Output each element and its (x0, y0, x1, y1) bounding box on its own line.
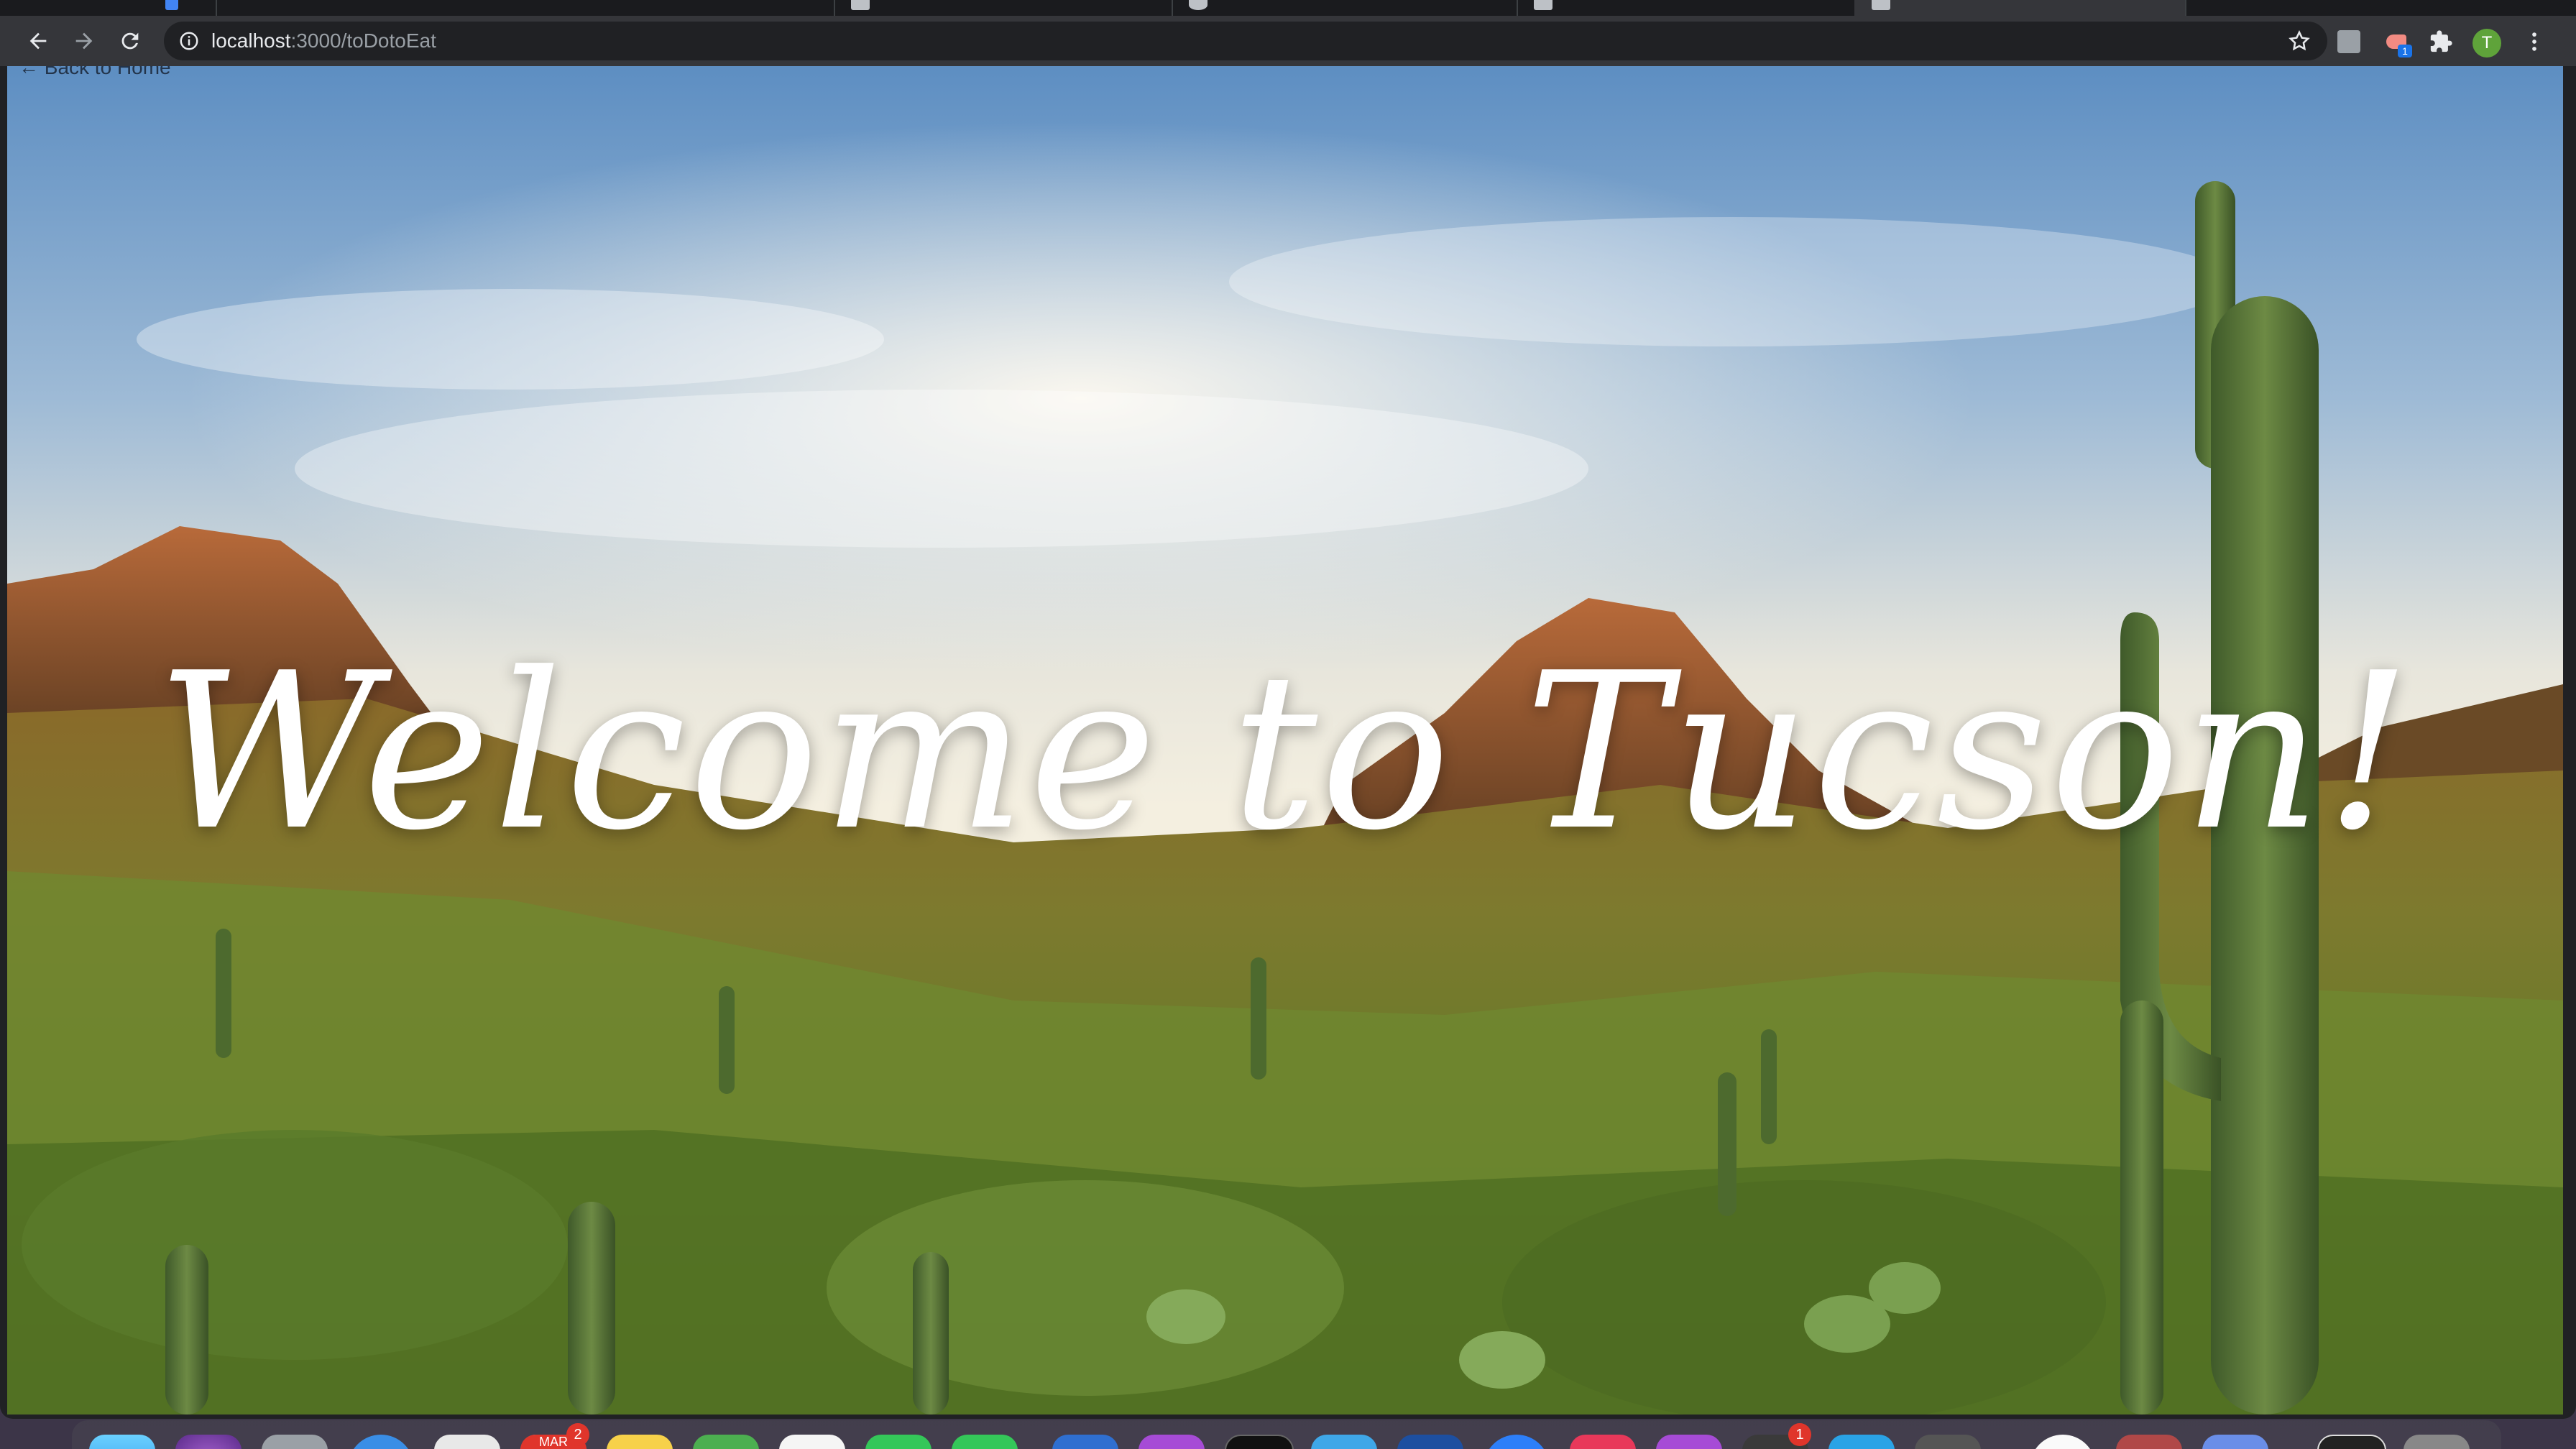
arrow-left-icon (29, 32, 47, 50)
finder-icon[interactable] (89, 1435, 155, 1449)
safari-icon[interactable] (348, 1435, 414, 1449)
screenshot-thumbnail-icon[interactable] (2317, 1435, 2386, 1449)
trash-icon[interactable] (2404, 1435, 2470, 1449)
chrome-app-icon[interactable] (434, 1435, 500, 1449)
favicon-icon (165, 0, 178, 10)
facetime-app-icon[interactable] (865, 1435, 932, 1449)
vscode-app-icon[interactable] (1311, 1435, 1377, 1449)
podcasts-alt-icon[interactable] (1656, 1435, 1722, 1449)
browser-tab[interactable] (0, 0, 217, 16)
browser-tab-active[interactable] (1854, 0, 2186, 16)
mail-app-icon[interactable] (1052, 1435, 1118, 1449)
photos-app-icon[interactable] (779, 1435, 845, 1449)
github-app-icon[interactable] (2030, 1435, 2096, 1449)
messages-badge: 1 (1788, 1423, 1811, 1446)
favicon-icon (851, 0, 870, 10)
desktop: localhost:3000/toDotoEat 1 T ← Back to H… (0, 0, 2576, 1449)
kebab-menu-icon[interactable] (2521, 29, 2547, 55)
macos-dock: MAR 2 1 (72, 1420, 2501, 1449)
calendar-badge: 2 (566, 1423, 589, 1446)
forward-button[interactable] (65, 22, 104, 60)
system-preferences-icon[interactable] (1915, 1435, 1981, 1449)
browser-tab[interactable] (834, 0, 1173, 16)
terminal-app-icon[interactable] (1225, 1435, 1294, 1449)
extension-badge: 1 (2398, 45, 2412, 58)
launchpad-icon[interactable] (262, 1435, 328, 1449)
favicon-icon (1872, 0, 1890, 10)
browser-toolbar: localhost:3000/toDotoEat 1 T (0, 16, 2576, 66)
podcasts-app-icon[interactable] (1138, 1435, 1205, 1449)
profile-avatar[interactable]: T (2472, 29, 2501, 58)
xcode-app-icon[interactable] (1397, 1435, 1463, 1449)
browser-tab[interactable] (1517, 0, 1856, 16)
tab-strip (0, 0, 2576, 16)
siri-icon[interactable] (175, 1435, 242, 1449)
notes-app-icon[interactable] (607, 1435, 673, 1449)
app-store-icon[interactable] (1828, 1435, 1895, 1449)
info-icon[interactable] (178, 30, 200, 52)
browser-window: localhost:3000/toDotoEat 1 T ← Back to H… (0, 0, 2576, 1419)
music-app-icon[interactable] (1570, 1435, 1636, 1449)
browser-tab[interactable] (1172, 0, 1518, 16)
extension-k-icon[interactable] (2336, 29, 2362, 55)
favicon-icon (1189, 0, 1208, 10)
url-host: localhost (211, 29, 291, 52)
star-icon[interactable] (2287, 29, 2312, 53)
zoom-app-icon[interactable] (1484, 1435, 1550, 1449)
address-bar[interactable]: localhost:3000/toDotoEat (164, 22, 2327, 60)
reload-button[interactable] (111, 22, 150, 60)
reload-icon (121, 32, 139, 50)
back-to-home-link[interactable]: ← Back to Home (19, 66, 171, 79)
app-icon[interactable] (2116, 1435, 2182, 1449)
hero-title: Welcome to Tucson! (156, 627, 2414, 878)
messages-app-icon[interactable] (952, 1435, 1018, 1449)
back-button[interactable] (19, 22, 58, 60)
url-path: :3000/toDotoEat (290, 29, 436, 52)
puzzle-icon[interactable] (2428, 29, 2454, 55)
url-text[interactable]: localhost:3000/toDotoEat (211, 22, 436, 60)
browser-tab[interactable] (216, 0, 835, 16)
folder-icon[interactable] (2202, 1435, 2268, 1449)
arrow-right-icon (75, 32, 93, 50)
page-viewport: ← Back to Home Welcome to Tucson! (7, 66, 2563, 1414)
favicon-icon (1534, 0, 1552, 10)
maps-app-icon[interactable] (693, 1435, 759, 1449)
